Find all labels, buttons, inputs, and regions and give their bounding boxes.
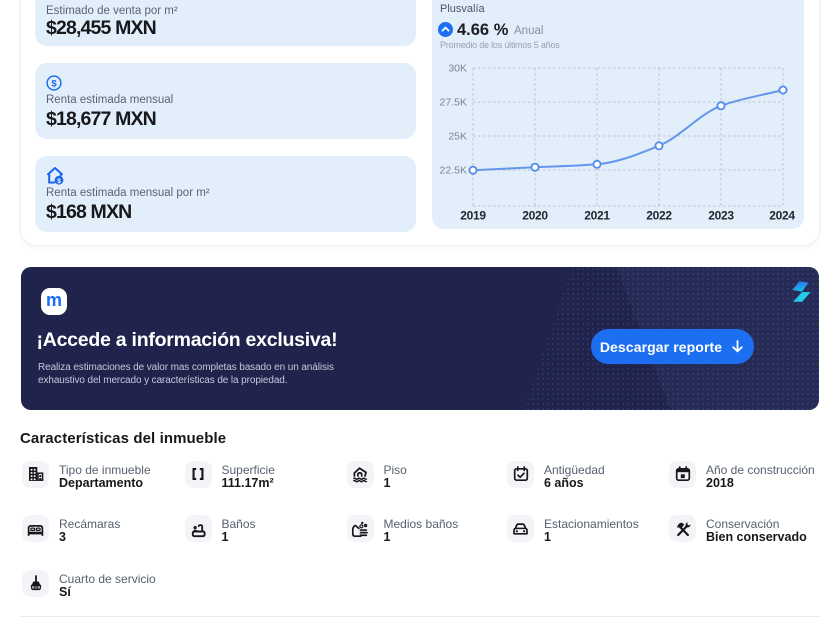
svg-text:2020: 2020 [522,209,548,223]
svg-text:30K: 30K [448,63,467,75]
svg-text:$: $ [51,78,57,89]
svg-text:2022: 2022 [646,209,672,223]
svg-text:$: $ [57,178,61,185]
svg-text:2024: 2024 [769,209,795,223]
svg-text:22.5K: 22.5K [440,165,467,177]
svg-text:25K: 25K [448,131,467,143]
svg-text:2021: 2021 [584,209,610,223]
svg-text:27.5K: 27.5K [440,97,467,109]
svg-text:2019: 2019 [460,209,486,223]
svg-text:2023: 2023 [708,209,734,223]
